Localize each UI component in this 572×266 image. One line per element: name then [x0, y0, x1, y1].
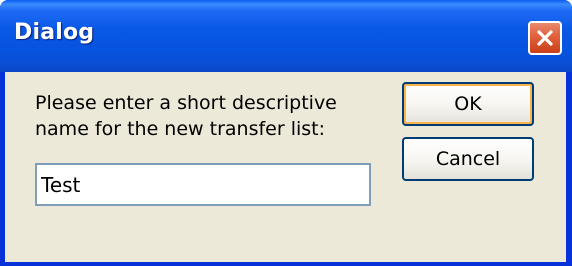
- window-title: Dialog: [14, 20, 95, 45]
- list-name-input[interactable]: [35, 163, 371, 206]
- cancel-button[interactable]: Cancel: [402, 137, 534, 181]
- dialog-body: Please enter a short descriptive name fo…: [5, 72, 566, 262]
- title-bar[interactable]: Dialog: [0, 0, 572, 72]
- close-button[interactable]: [528, 21, 562, 55]
- prompt-label: Please enter a short descriptive name fo…: [35, 92, 337, 140]
- close-icon: [535, 28, 555, 48]
- dialog-window: Dialog Please enter a short descriptive …: [0, 0, 572, 266]
- window-bottom-border: [0, 262, 572, 266]
- ok-button[interactable]: OK: [402, 82, 534, 126]
